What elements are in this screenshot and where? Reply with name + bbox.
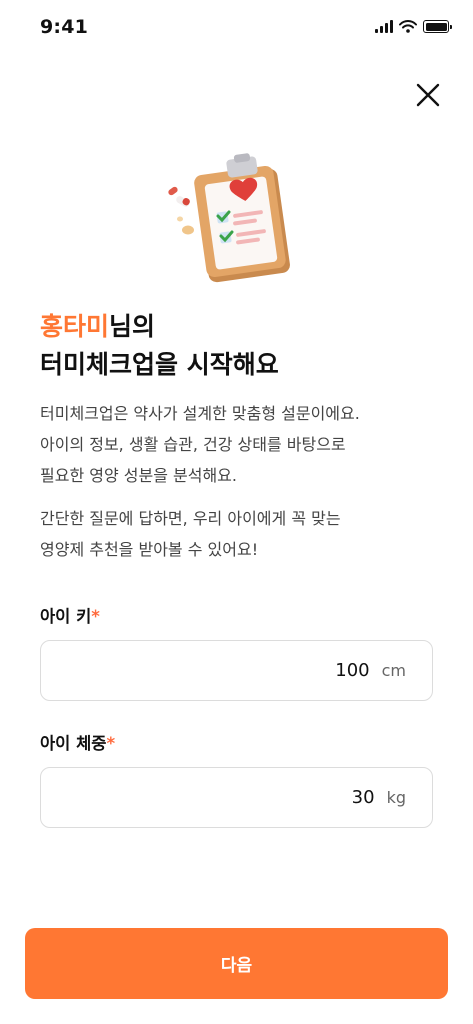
description-line: 필요한 영양 성분을 분석해요.	[40, 466, 237, 485]
weight-input[interactable]: 30 kg	[40, 767, 433, 828]
weight-label-text: 아이 체중	[40, 734, 107, 753]
height-value[interactable]: 100	[335, 660, 369, 681]
height-label: 아이 키*	[40, 603, 100, 627]
close-button[interactable]	[411, 78, 445, 112]
height-label-text: 아이 키	[40, 607, 92, 626]
battery-icon	[423, 20, 452, 33]
user-name: 홍타미	[40, 312, 110, 341]
title-line-1: 홍타미님의	[40, 308, 279, 346]
height-input[interactable]: 100 cm	[40, 640, 433, 701]
description-line: 간단한 질문에 답하면, 우리 아이에게 꼭 맞는	[40, 509, 341, 528]
next-button[interactable]: 다음	[25, 928, 448, 999]
required-mark: *	[106, 734, 116, 753]
checkup-start-screen: 9:41 홍타미님의 터미체크업을 시작해요 터미체크업은 약사가 설계한 맞춤…	[0, 0, 473, 1024]
weight-value[interactable]: 30	[352, 787, 375, 808]
weight-unit: kg	[386, 788, 406, 807]
height-unit: cm	[381, 661, 406, 680]
description-line: 아이의 정보, 생활 습관, 건강 상태를 바탕으로	[40, 435, 346, 454]
status-bar: 9:41	[0, 0, 473, 56]
name-suffix: 님의	[109, 312, 156, 341]
cellular-signal-icon	[375, 20, 393, 33]
description-line: 터미체크업은 약사가 설계한 맞춤형 설문이에요.	[40, 404, 360, 423]
clipboard-checklist-illustration	[168, 153, 290, 283]
title-line-2: 터미체크업을 시작해요	[40, 350, 279, 379]
status-icons	[375, 20, 452, 33]
description-paragraph-1: 터미체크업은 약사가 설계한 맞춤형 설문이에요. 아이의 정보, 생활 습관,…	[40, 398, 360, 491]
close-icon	[416, 83, 440, 107]
page-title: 홍타미님의 터미체크업을 시작해요	[40, 308, 279, 384]
description-paragraph-2: 간단한 질문에 답하면, 우리 아이에게 꼭 맞는 영양제 추천을 받아볼 수 …	[40, 503, 341, 565]
wifi-icon	[399, 20, 417, 33]
description-line: 영양제 추천을 받아볼 수 있어요!	[40, 540, 259, 559]
required-mark: *	[91, 607, 100, 626]
weight-label: 아이 체중*	[40, 730, 115, 754]
status-time: 9:41	[40, 16, 89, 38]
